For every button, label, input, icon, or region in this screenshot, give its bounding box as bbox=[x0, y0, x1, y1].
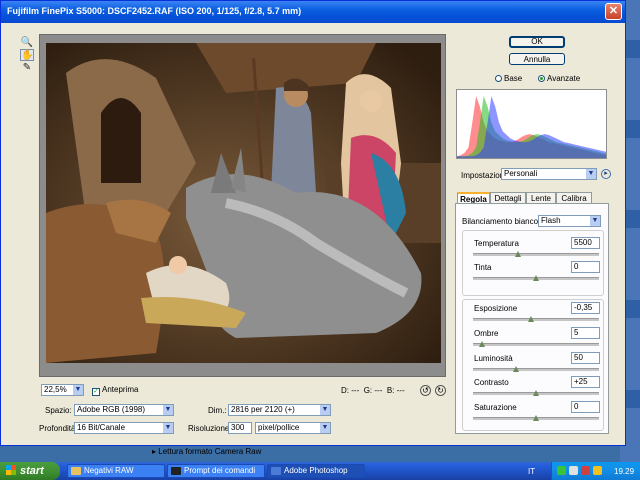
preview-image bbox=[46, 43, 441, 363]
rotate-right-icon[interactable]: ↻ bbox=[435, 385, 446, 396]
advanced-radio-dot bbox=[538, 75, 545, 82]
folder-icon bbox=[71, 467, 81, 475]
adjustment-label: Contrasto bbox=[474, 378, 509, 387]
chevron-down-icon: ▼ bbox=[73, 385, 83, 395]
resolution-unit-select[interactable]: pixel/pollice ▼ bbox=[255, 422, 331, 434]
adjustment-label: Luminosità bbox=[474, 354, 513, 363]
image-preview-area[interactable] bbox=[39, 34, 446, 377]
resolution-input[interactable]: 300 bbox=[228, 422, 252, 434]
settings-select[interactable]: Personali ▼ bbox=[501, 168, 597, 180]
photoshop-icon bbox=[271, 467, 281, 475]
language-indicator[interactable]: IT bbox=[528, 467, 535, 476]
adjustment-value-field[interactable]: 5 bbox=[571, 327, 600, 339]
adjustment-label: Saturazione bbox=[474, 403, 517, 412]
adjustment-value-field[interactable]: -0,35 bbox=[571, 302, 600, 314]
histogram bbox=[456, 89, 607, 159]
rotate-left-icon[interactable]: ↺ bbox=[420, 385, 431, 396]
slider-handle[interactable] bbox=[528, 316, 535, 322]
slider-handle[interactable] bbox=[533, 415, 539, 421]
white-balance-select[interactable]: Flash ▼ bbox=[538, 215, 601, 227]
zoom-tool-icon[interactable]: 🔍 bbox=[20, 37, 34, 49]
adjustment-slider-track[interactable] bbox=[473, 390, 599, 396]
hand-tool-icon[interactable]: ✋ bbox=[20, 49, 34, 61]
windows-logo-icon bbox=[6, 465, 16, 475]
chevron-down-icon: ▼ bbox=[320, 423, 330, 433]
camera-raw-dialog: Fujifilm FinePix S5000: DSCF2452.RAF (IS… bbox=[0, 0, 626, 446]
advanced-mode-label: Avanzate bbox=[547, 74, 581, 83]
adjustment-value-field[interactable]: 5500 bbox=[571, 237, 600, 249]
network-icon[interactable] bbox=[557, 466, 566, 475]
chevron-down-icon: ▼ bbox=[163, 423, 173, 433]
taskbar: start Negativi RAW Prompt dei comandi Ad… bbox=[0, 462, 640, 480]
slider-handle[interactable] bbox=[515, 251, 521, 257]
space-label: Spazio: bbox=[45, 406, 72, 415]
task-negativi-raw[interactable]: Negativi RAW bbox=[67, 464, 165, 478]
white-balance-value: Flash bbox=[541, 216, 561, 225]
adjustment-label: Esposizione bbox=[474, 304, 518, 313]
adjustment-value-field[interactable]: 0 bbox=[571, 261, 600, 273]
base-radio-dot bbox=[495, 75, 502, 82]
adjustment-value-field[interactable]: +25 bbox=[571, 376, 600, 388]
readout-d: D: bbox=[341, 386, 349, 395]
eyedropper-tool-icon[interactable]: ✎ bbox=[20, 62, 34, 74]
task-prompt[interactable]: Prompt dei comandi bbox=[167, 464, 265, 478]
checkmark-icon: ✓ bbox=[92, 388, 100, 396]
task-photoshop[interactable]: Adobe Photoshop bbox=[267, 464, 365, 478]
status-bar: ▸ Lettura formato Camera Raw bbox=[152, 447, 262, 456]
adjustment-value-field[interactable]: 0 bbox=[571, 401, 600, 413]
clock: 19.29 bbox=[614, 467, 635, 476]
adjustment-label: Tinta bbox=[474, 263, 492, 272]
settings-value: Personali bbox=[504, 169, 538, 178]
messenger-icon[interactable] bbox=[593, 466, 602, 475]
chevron-down-icon: ▼ bbox=[586, 169, 596, 179]
preview-label: Anteprima bbox=[102, 385, 139, 394]
zoom-value: 22,5% bbox=[44, 385, 67, 394]
adjustment-slider-track[interactable] bbox=[473, 316, 599, 322]
depth-select[interactable]: 16 Bit/Canale ▼ bbox=[74, 422, 174, 434]
readout-b: B: bbox=[386, 386, 395, 395]
zoom-select[interactable]: 22,5% ▼ bbox=[41, 384, 84, 396]
advanced-mode-radio[interactable]: Avanzate bbox=[538, 74, 580, 84]
depth-label: Profondità: bbox=[39, 424, 78, 433]
volume-icon[interactable] bbox=[569, 466, 578, 475]
settings-menu-icon[interactable]: ▸ bbox=[601, 169, 611, 179]
start-button[interactable]: start bbox=[0, 462, 60, 480]
adjustment-slider-track[interactable] bbox=[473, 341, 599, 347]
preview-checkbox[interactable]: ✓ Anteprima bbox=[92, 385, 138, 396]
adjustment-slider-track[interactable] bbox=[473, 366, 599, 372]
adjustment-label: Ombre bbox=[474, 329, 499, 338]
ok-button[interactable]: OK bbox=[509, 36, 565, 48]
security-icon[interactable] bbox=[581, 466, 590, 475]
slider-handle[interactable] bbox=[479, 341, 485, 347]
space-select[interactable]: Adobe RGB (1998) ▼ bbox=[74, 404, 174, 416]
base-mode-label: Base bbox=[504, 74, 523, 83]
adjustment-slider-track[interactable] bbox=[473, 415, 599, 421]
size-label: Dim.: bbox=[208, 406, 227, 415]
status-text: Lettura formato Camera Raw bbox=[158, 447, 262, 456]
title-bar[interactable]: Fujifilm FinePix S5000: DSCF2452.RAF (IS… bbox=[1, 1, 625, 23]
adjustment-slider-track[interactable] bbox=[473, 275, 599, 281]
slider-handle[interactable] bbox=[533, 275, 539, 281]
size-select[interactable]: 2816 per 2120 (+) ▼ bbox=[228, 404, 331, 416]
chevron-down-icon: ▼ bbox=[590, 216, 600, 226]
adjustment-label: Temperatura bbox=[474, 239, 519, 248]
chevron-down-icon: ▼ bbox=[163, 405, 173, 415]
readout-g: G: bbox=[363, 386, 373, 395]
cancel-button[interactable]: Annulla bbox=[509, 53, 565, 65]
resolution-label: Risoluzione: bbox=[188, 424, 232, 433]
adjustment-value-field[interactable]: 50 bbox=[571, 352, 600, 364]
command-prompt-icon bbox=[171, 467, 181, 475]
close-button[interactable]: ✕ bbox=[605, 3, 622, 20]
base-mode-radio[interactable]: Base bbox=[495, 74, 522, 84]
window-title: Fujifilm FinePix S5000: DSCF2452.RAF (IS… bbox=[7, 6, 302, 16]
adjustment-slider-track[interactable] bbox=[473, 251, 599, 257]
slider-handle[interactable] bbox=[512, 366, 519, 372]
chevron-down-icon: ▼ bbox=[320, 405, 330, 415]
system-tray: 19.29 bbox=[551, 462, 640, 480]
slider-handle[interactable] bbox=[533, 390, 539, 396]
white-balance-label: Bilanciamento bianco: bbox=[462, 217, 541, 226]
rgb-readout: D: --- G: --- B: --- bbox=[341, 386, 405, 395]
